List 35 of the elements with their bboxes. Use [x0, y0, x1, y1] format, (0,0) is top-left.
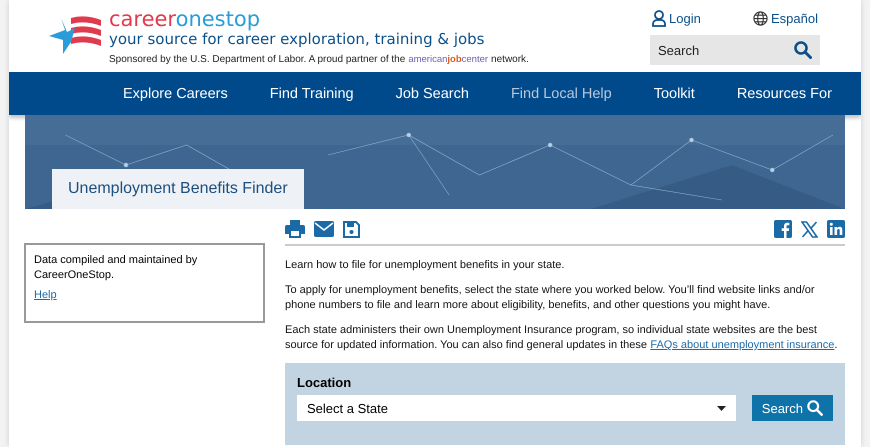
sponsor-text: Sponsored by the U.S. Department of Labor. A proud partner of the	[109, 54, 406, 65]
nav-link[interactable]: Toolkit	[632, 86, 716, 102]
help-link[interactable]: Help	[34, 289, 57, 301]
nav-link[interactable]: Resources For	[716, 86, 853, 102]
linkedin-icon[interactable]	[827, 220, 845, 238]
save-icon[interactable]	[343, 220, 360, 238]
partner-logo: americanjobcenter	[408, 54, 488, 65]
body-paragraph: To apply for unemployment benefits, select the state where you worked below. You’ll find website links and/or phone numbers to file and learn more about eligibility, benefits, and other questions you might have.	[285, 283, 816, 313]
language-link[interactable]: Español	[753, 10, 818, 27]
user-icon	[652, 10, 666, 27]
search-icon	[807, 400, 823, 416]
search-field[interactable]: Search	[650, 35, 820, 65]
print-icon[interactable]	[285, 220, 305, 238]
info-text: Data compiled and maintained by CareerOneStop.	[34, 253, 198, 283]
location-label: Location	[297, 375, 352, 390]
body-paragraph: Learn how to file for unemployment benefits in your state.	[285, 258, 566, 273]
sponsor-text: network.	[491, 54, 529, 65]
nav-link[interactable]: Explore Careers	[102, 86, 249, 102]
faq-link[interactable]: FAQs about unemployment insurance	[650, 338, 834, 353]
page-title: Unemployment Benefits Finder	[52, 169, 304, 209]
search-button[interactable]: Search	[752, 395, 833, 421]
state-select[interactable]: Select a State	[297, 395, 736, 421]
search-icon[interactable]	[794, 41, 812, 59]
facebook-icon[interactable]	[774, 220, 792, 238]
login-link[interactable]: Login	[652, 10, 701, 27]
globe-icon	[753, 11, 768, 26]
mail-icon[interactable]	[314, 221, 334, 237]
x-icon[interactable]	[801, 220, 818, 238]
nav-link[interactable]: Job Search	[374, 86, 490, 102]
caret-icon	[716, 406, 726, 410]
body-paragraph: Each state administers their own Unemployment Insurance program, so individual state websites are the best source for updated information. You can also find general updates in these FAQs about unemployment insurance.	[285, 323, 838, 353]
nav-link[interactable]: Find Local Help	[490, 86, 633, 102]
tagline: your source for career exploration, training & jobs	[109, 30, 486, 48]
nav-link[interactable]: Find Training	[248, 86, 375, 102]
logo-wordmark: careeronestop	[109, 8, 262, 30]
